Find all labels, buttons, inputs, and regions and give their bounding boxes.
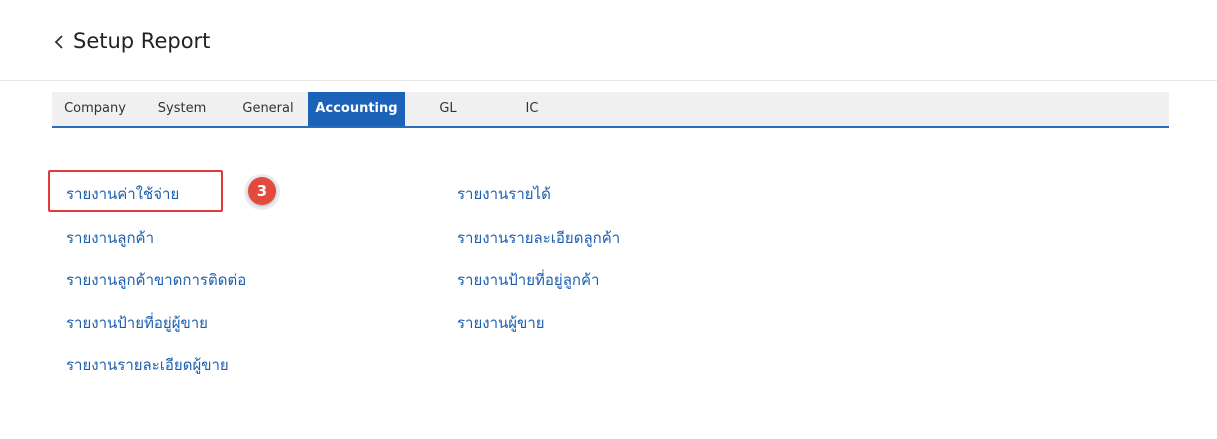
tab-accounting[interactable]: Accounting — [308, 92, 405, 126]
tab-ic[interactable]: IC — [512, 92, 552, 126]
report-link-customer-address-label[interactable]: รายงานป้ายที่อยู่ลูกค้า — [457, 270, 599, 290]
back-button[interactable] — [44, 22, 74, 62]
step-badge: 3 — [244, 174, 280, 210]
report-category-tabs: Company System General Accounting GL IC — [52, 92, 1169, 128]
page-header: Setup Report — [0, 0, 1217, 81]
tab-gl[interactable]: GL — [426, 92, 470, 126]
step-number: 3 — [248, 177, 276, 205]
report-link-customer[interactable]: รายงานลูกค้า — [66, 228, 154, 248]
tab-general[interactable]: General — [228, 92, 308, 126]
report-link-vendor[interactable]: รายงานผู้ขาย — [457, 313, 545, 333]
report-link-income[interactable]: รายงานรายได้ — [457, 184, 551, 204]
page-title: Setup Report — [73, 29, 211, 53]
report-link-customer-detail[interactable]: รายงานรายละเอียดลูกค้า — [457, 228, 620, 248]
tab-system[interactable]: System — [146, 92, 218, 126]
report-link-vendor-detail[interactable]: รายงานรายละเอียดผู้ขาย — [66, 355, 229, 375]
report-link-vendor-address-label[interactable]: รายงานป้ายที่อยู่ผู้ขาย — [66, 313, 208, 333]
report-link-inactive-customer[interactable]: รายงานลูกค้าขาดการติดต่อ — [66, 270, 246, 290]
highlight-box — [48, 170, 223, 212]
tab-company[interactable]: Company — [52, 92, 138, 126]
chevron-left-icon — [54, 35, 63, 49]
setup-report-page: Setup Report Company System General Acco… — [0, 0, 1217, 439]
